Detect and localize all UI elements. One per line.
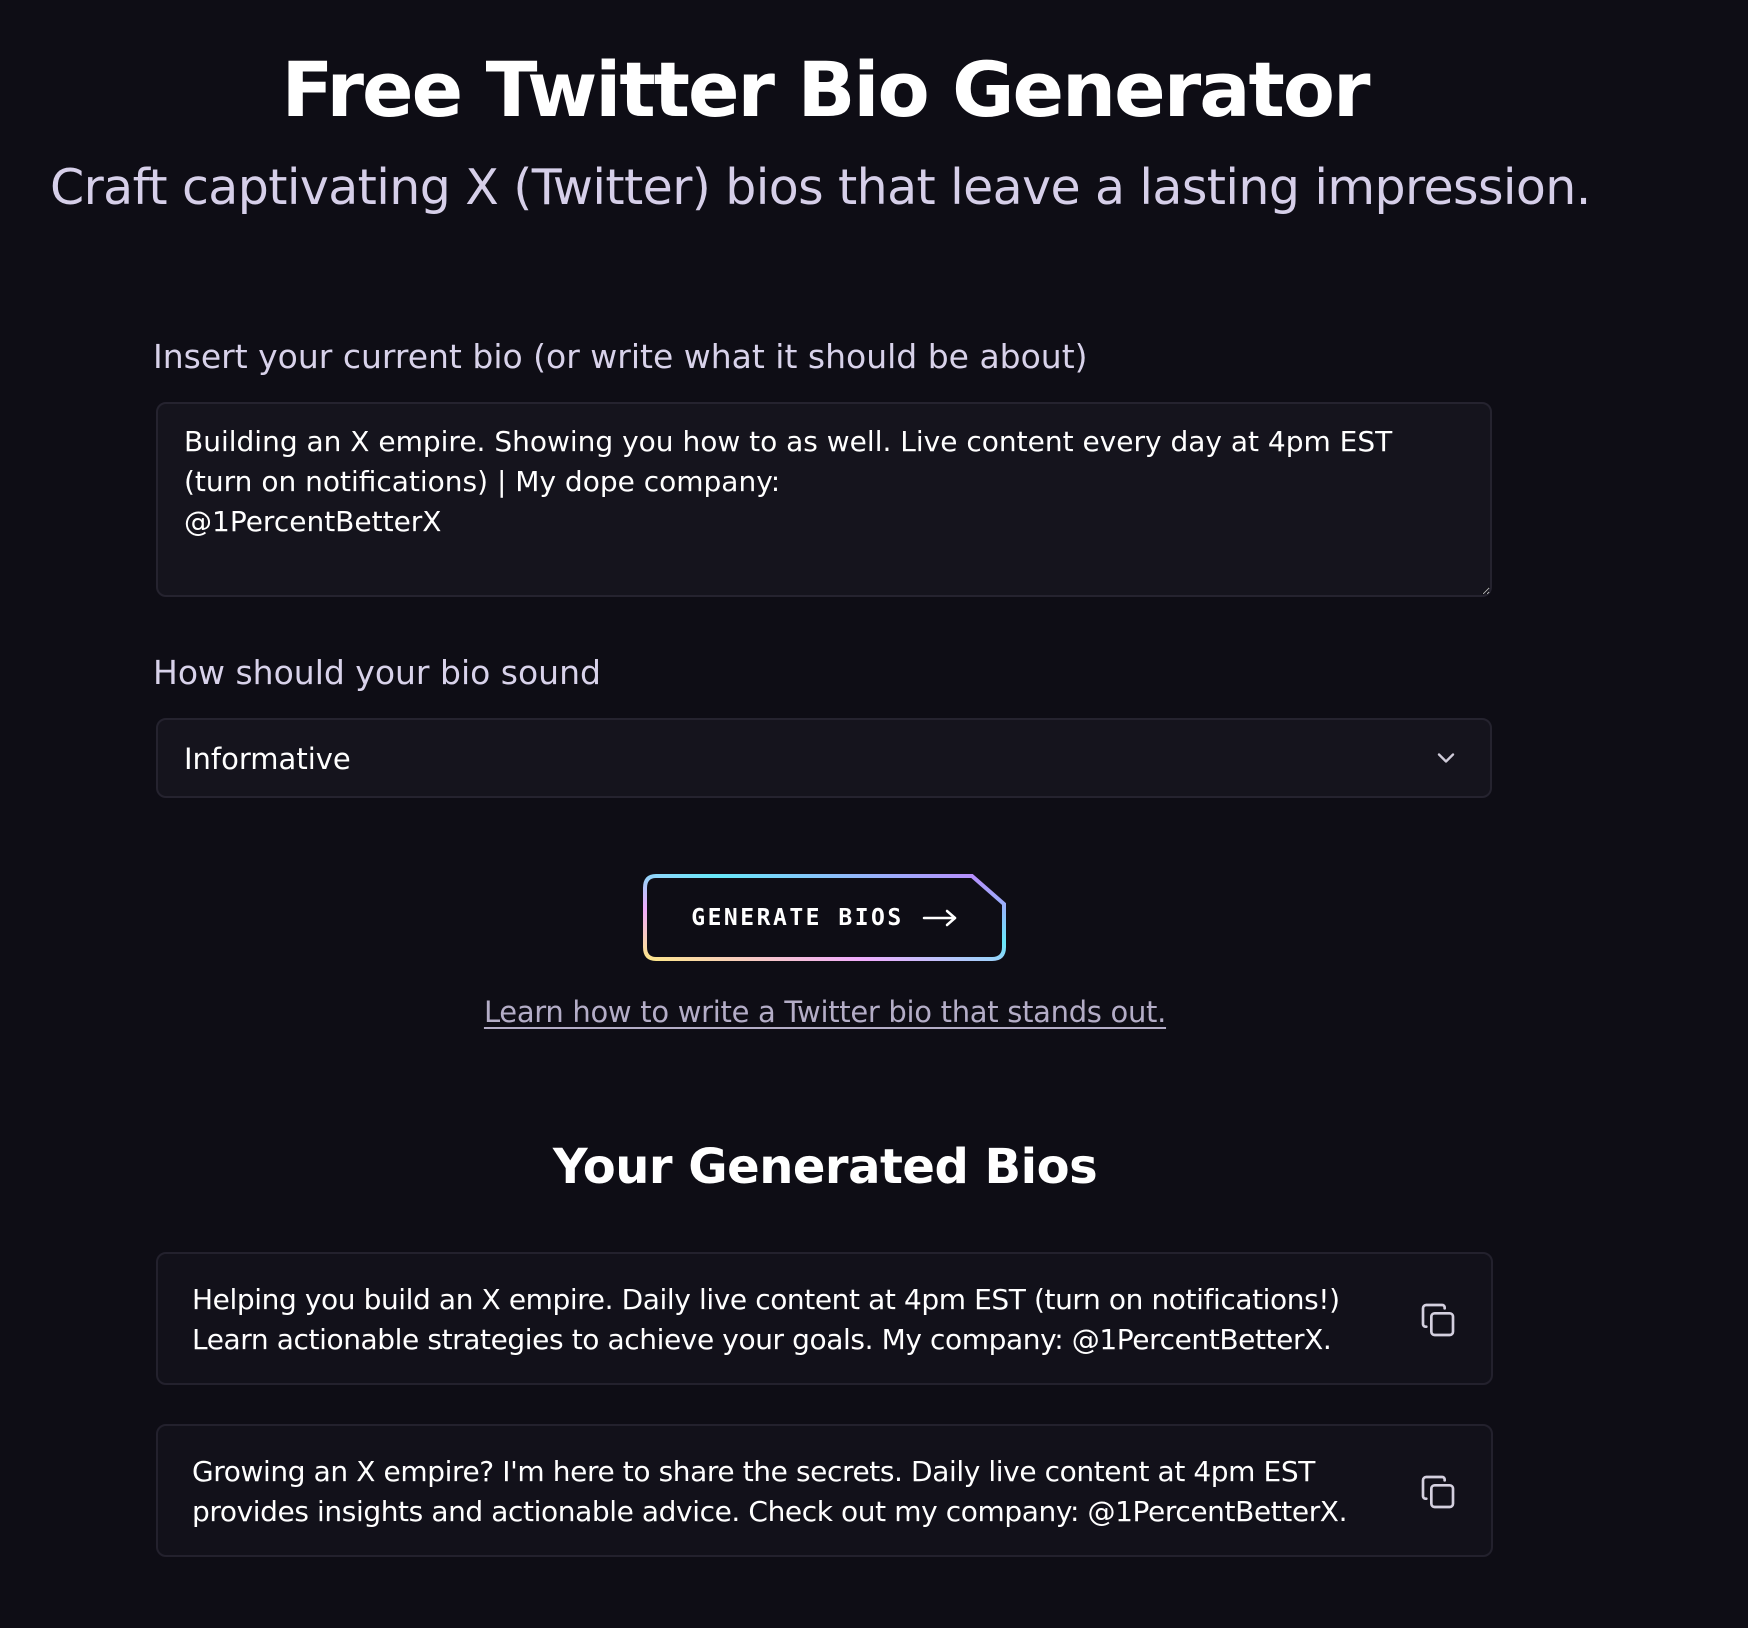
learn-bio-link[interactable]: Learn how to write a Twitter bio that st… [0,991,1650,1033]
page: Free Twitter Bio Generator Craft captiva… [0,0,1748,1628]
page-title: Free Twitter Bio Generator [281,45,1371,134]
tone-select-value: Informative [184,742,351,776]
generated-bio-text: Helping you build an X empire. Daily liv… [192,1283,1340,1356]
generated-bio-card: Helping you build an X empire. Daily liv… [156,1252,1493,1385]
bio-textarea[interactable]: Building an X empire. Showing you how to… [156,402,1492,597]
generated-bio-text: Growing an X empire? I'm here to share t… [192,1455,1348,1528]
copy-icon[interactable] [1418,1472,1458,1512]
tone-select[interactable]: Informative [156,718,1492,798]
chevron-down-icon [1437,753,1455,763]
copy-icon[interactable] [1418,1300,1458,1340]
page-subtitle: Craft captivating X (Twitter) bios that … [50,159,1591,216]
tone-select-label: How should your bio sound [153,653,601,692]
generated-bios-heading: Your Generated Bios [552,1139,1098,1195]
generate-bios-button[interactable]: GENERATE BIOS [642,873,1007,962]
generated-bio-card: Growing an X empire? I'm here to share t… [156,1424,1493,1557]
arrow-right-icon [922,909,956,926]
generate-button-label: GENERATE BIOS [691,904,904,931]
generate-button-content: GENERATE BIOS [642,873,1007,962]
bio-input-label: Insert your current bio (or write what i… [153,337,1088,376]
